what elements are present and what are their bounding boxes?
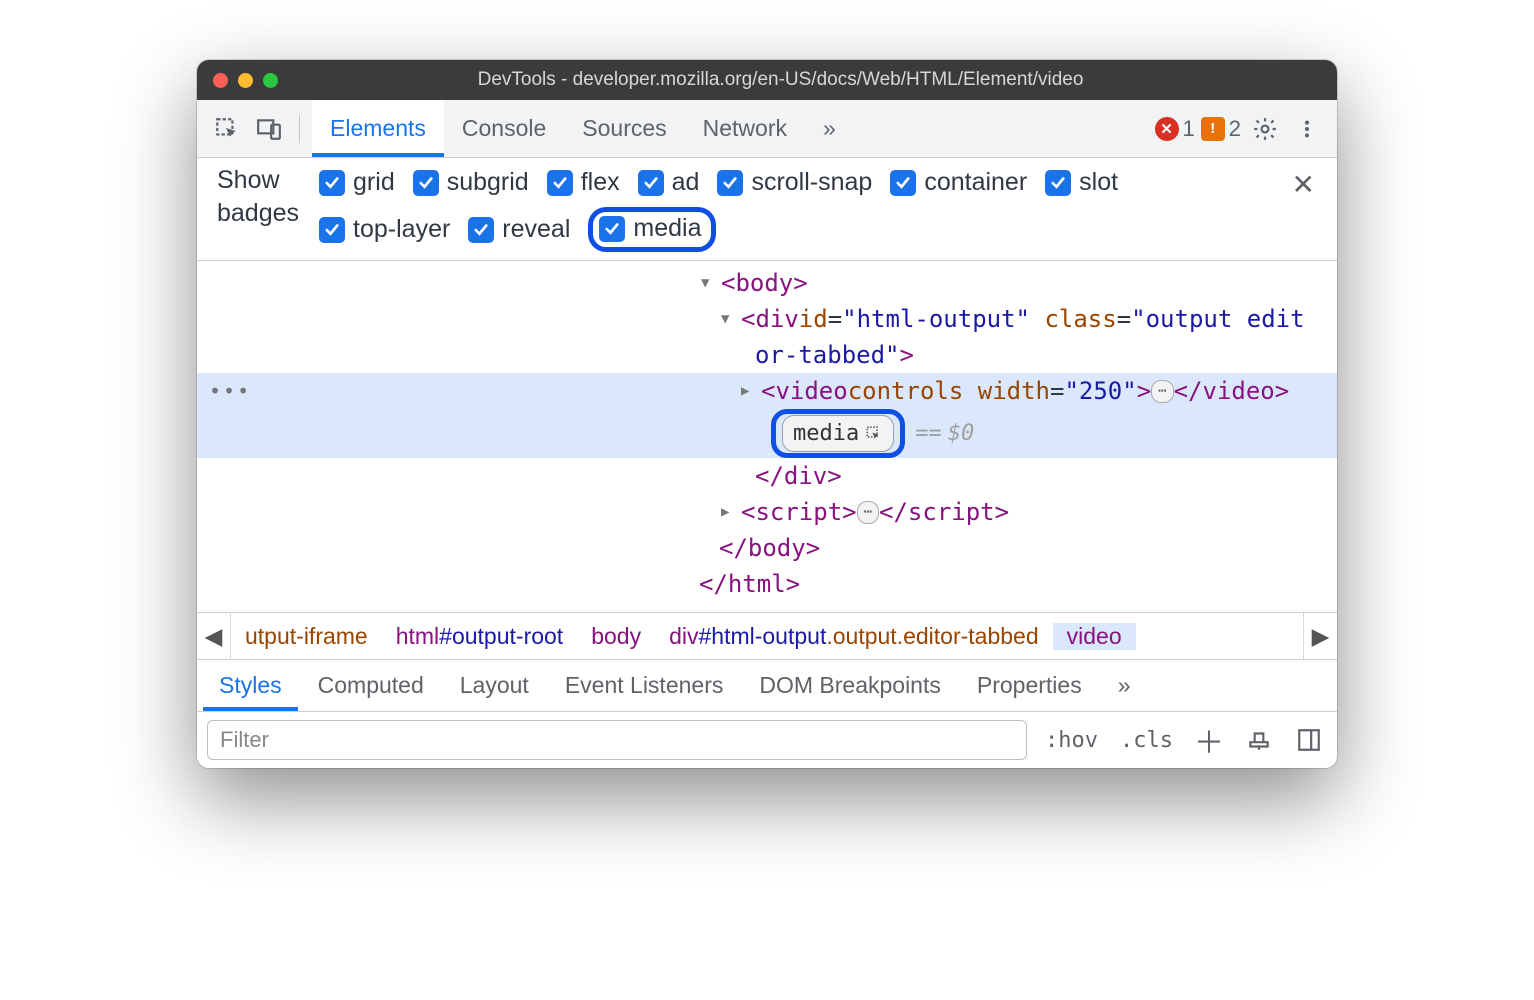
subtab-computed[interactable]: Computed: [302, 660, 440, 711]
badge-option-scroll-snap[interactable]: scroll-snap: [717, 168, 872, 197]
ellipsis-pill[interactable]: ⋯: [857, 501, 879, 524]
badge-option-media-highlighted: media: [588, 207, 716, 252]
equals-sign: ==: [915, 417, 942, 450]
dom-node-div-open[interactable]: ▼<div id="html-output" class="output edi…: [197, 301, 1337, 337]
tab-console[interactable]: Console: [444, 100, 564, 157]
styles-filter-input[interactable]: [207, 720, 1027, 760]
error-icon: ✕: [1155, 117, 1179, 141]
maximize-window-button[interactable]: [263, 73, 278, 88]
inspect-element-icon[interactable]: [209, 111, 245, 147]
devtools-window: DevTools - developer.mozilla.org/en-US/d…: [197, 60, 1337, 768]
styles-filter-bar: :hov .cls ＋: [197, 712, 1337, 768]
more-tabs-button[interactable]: »: [805, 100, 854, 157]
badge-option-flex[interactable]: flex: [547, 168, 620, 197]
panel-tabs: Elements Console Sources Network »: [312, 100, 854, 157]
badge-option-slot[interactable]: slot: [1045, 168, 1118, 197]
badges-list: grid subgrid flex ad scroll-snap contain…: [319, 164, 1262, 252]
badge-option-subgrid[interactable]: subgrid: [413, 168, 529, 197]
badge-option-top-layer[interactable]: top-layer: [319, 215, 450, 244]
dom-tree[interactable]: ▼<body> ▼<div id="html-output" class="ou…: [197, 261, 1337, 612]
badge-option-media[interactable]: media: [599, 214, 701, 243]
close-badges-panel-button[interactable]: ✕: [1282, 164, 1325, 205]
checkbox-checked-icon: [547, 170, 573, 196]
cls-toggle-button[interactable]: .cls: [1116, 728, 1177, 753]
inspect-icon: [865, 425, 883, 443]
dom-node-div-close[interactable]: </div>: [197, 458, 1337, 494]
minimize-window-button[interactable]: [238, 73, 253, 88]
subtab-dom-breakpoints[interactable]: DOM Breakpoints: [743, 660, 957, 711]
kebab-menu-icon[interactable]: [1289, 111, 1325, 147]
checkbox-checked-icon: [890, 170, 916, 196]
dollar-zero-ref: $0: [948, 417, 975, 450]
device-toolbar-icon[interactable]: [251, 111, 287, 147]
warning-count-value: 2: [1229, 116, 1241, 142]
main-toolbar: Elements Console Sources Network » ✕ 1 !…: [197, 100, 1337, 158]
breadcrumb-bar: ◀ utput-iframe html#output-root body div…: [197, 612, 1337, 660]
new-style-rule-icon[interactable]: ＋: [1191, 722, 1227, 758]
checkbox-checked-icon: [319, 217, 345, 243]
breadcrumb-item-selected[interactable]: video: [1053, 623, 1136, 650]
media-badge[interactable]: media: [782, 415, 894, 452]
checkbox-checked-icon: [1045, 170, 1071, 196]
breadcrumb-scroll-left[interactable]: ◀: [197, 613, 231, 659]
dom-node-body-close[interactable]: </body>: [197, 530, 1337, 566]
computed-panel-icon[interactable]: [1291, 722, 1327, 758]
more-subtabs-button[interactable]: »: [1102, 660, 1147, 711]
dom-node-video-selected[interactable]: ••• ▶<video controls width="250">⋯</vide…: [197, 373, 1337, 409]
dom-node-html-close[interactable]: </html>: [197, 566, 1337, 602]
breadcrumb-item[interactable]: html#output-root: [382, 623, 577, 650]
breadcrumb-list: utput-iframe html#output-root body div#h…: [231, 623, 1303, 650]
expander-down-icon[interactable]: ▼: [721, 309, 739, 330]
warning-icon: !: [1201, 117, 1225, 141]
subtab-layout[interactable]: Layout: [444, 660, 545, 711]
media-badge-highlight: media: [771, 409, 905, 458]
badge-option-reveal[interactable]: reveal: [468, 215, 570, 244]
ellipsis-pill[interactable]: ⋯: [1151, 380, 1173, 403]
show-badges-label: Show badges: [217, 164, 299, 229]
checkbox-checked-icon: [599, 216, 625, 242]
dom-node-script[interactable]: ▶<script>⋯</script>: [197, 494, 1337, 530]
checkbox-checked-icon: [468, 217, 494, 243]
breadcrumb-scroll-right[interactable]: ▶: [1303, 613, 1337, 659]
tab-elements[interactable]: Elements: [312, 100, 444, 157]
checkbox-checked-icon: [717, 170, 743, 196]
window-traffic-lights: [213, 73, 278, 88]
window-title: DevTools - developer.mozilla.org/en-US/d…: [300, 69, 1321, 91]
separator: [299, 115, 300, 143]
badge-option-grid[interactable]: grid: [319, 168, 395, 197]
checkbox-checked-icon: [413, 170, 439, 196]
error-count-value: 1: [1183, 116, 1195, 142]
subtab-event-listeners[interactable]: Event Listeners: [549, 660, 740, 711]
breadcrumb-item[interactable]: utput-iframe: [231, 623, 382, 650]
badge-option-ad[interactable]: ad: [638, 168, 700, 197]
expander-right-icon[interactable]: ▶: [721, 502, 739, 523]
subtab-styles[interactable]: Styles: [203, 660, 298, 711]
row-actions-icon[interactable]: •••: [209, 376, 251, 406]
close-window-button[interactable]: [213, 73, 228, 88]
breadcrumb-item[interactable]: div#html-output.output.editor-tabbed: [655, 623, 1053, 650]
paint-brush-icon[interactable]: [1241, 722, 1277, 758]
breadcrumb-item[interactable]: body: [577, 623, 655, 650]
settings-icon[interactable]: [1247, 111, 1283, 147]
tab-sources[interactable]: Sources: [564, 100, 684, 157]
titlebar: DevTools - developer.mozilla.org/en-US/d…: [197, 60, 1337, 100]
warning-count[interactable]: ! 2: [1201, 116, 1241, 142]
expander-right-icon[interactable]: ▶: [741, 381, 759, 402]
dom-node-video-badge-row: media == $0: [197, 409, 1337, 458]
checkbox-checked-icon: [319, 170, 345, 196]
show-badges-panel: Show badges grid subgrid flex ad scroll-…: [197, 158, 1337, 261]
checkbox-checked-icon: [638, 170, 664, 196]
hov-toggle-button[interactable]: :hov: [1041, 728, 1102, 753]
subtab-properties[interactable]: Properties: [961, 660, 1098, 711]
badge-option-container[interactable]: container: [890, 168, 1027, 197]
dom-node-body[interactable]: ▼<body>: [197, 265, 1337, 301]
tab-network[interactable]: Network: [685, 100, 805, 157]
expander-down-icon[interactable]: ▼: [701, 273, 719, 294]
error-count[interactable]: ✕ 1: [1155, 116, 1195, 142]
styles-subtabs: Styles Computed Layout Event Listeners D…: [197, 660, 1337, 712]
dom-node-div-open-wrap[interactable]: or-tabbed">: [197, 337, 1337, 373]
